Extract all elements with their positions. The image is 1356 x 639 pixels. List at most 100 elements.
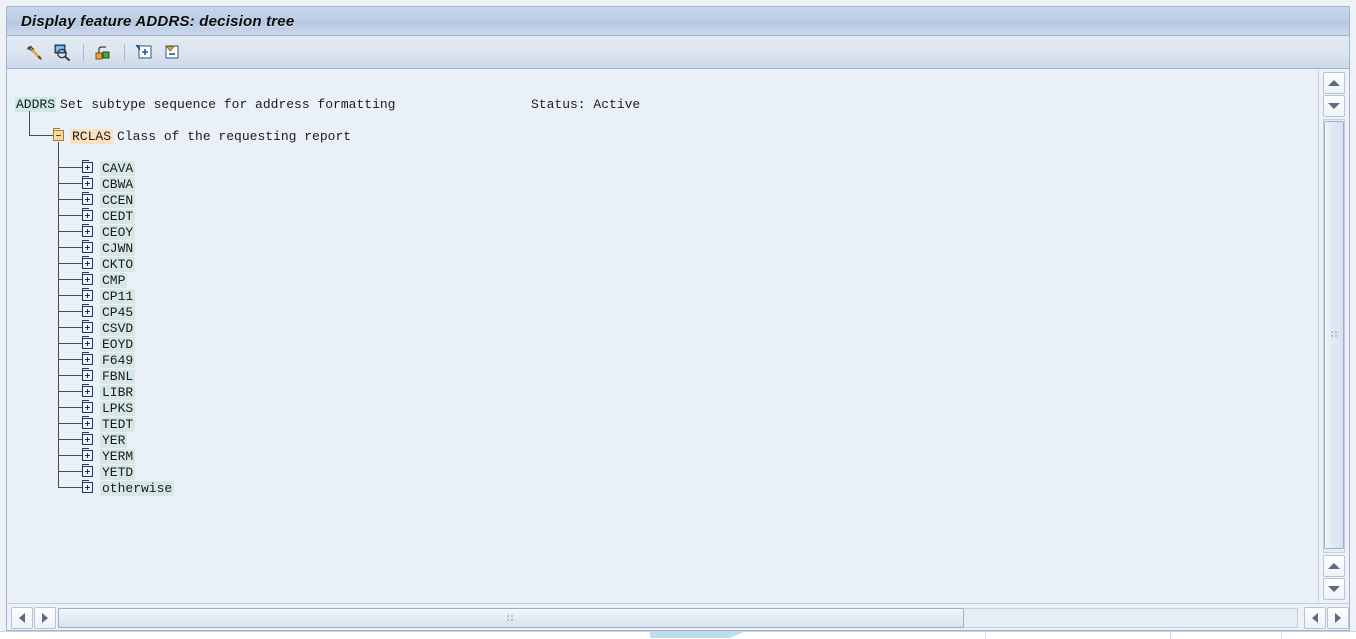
application-toolbar: © www.tutorialkart.com: [6, 36, 1350, 99]
horizontal-scrollbar[interactable]: [6, 603, 1350, 631]
tree-connector: [58, 311, 82, 312]
structure-icon[interactable]: [90, 40, 116, 64]
scroll-left-arrow[interactable]: [11, 607, 33, 629]
scroll-up-arrow-bottom[interactable]: [1323, 555, 1345, 577]
expand-node-icon[interactable]: [82, 432, 93, 445]
tree-branch-row[interactable]: RCLAS Class of the requesting report: [70, 129, 351, 145]
tree-node-row[interactable]: LIBR: [100, 385, 136, 401]
tree-node-row[interactable]: LPKS: [100, 401, 136, 417]
tree-node-row[interactable]: otherwise: [100, 481, 175, 497]
tree-connector: [58, 471, 82, 472]
tree-node-label: F649: [100, 353, 136, 368]
tree-node-label: CCEN: [100, 193, 136, 208]
chevron-up-icon: [1328, 80, 1340, 86]
expand-node-icon[interactable]: [82, 320, 93, 333]
scroll-down-arrow-top[interactable]: [1323, 95, 1345, 117]
tree-node-label: CEDT: [100, 209, 136, 224]
chevron-up-icon: [1328, 563, 1340, 569]
tree-node-row[interactable]: CJWN: [100, 241, 136, 257]
tree-node-row[interactable]: CEDT: [100, 209, 136, 225]
sap-window: Display feature ADDRS: decision tree ADD…: [0, 0, 1356, 639]
tree-node-label: TEDT: [100, 417, 136, 432]
tree-node-label: YER: [100, 433, 128, 448]
tree-connector: [58, 359, 82, 360]
expand-node-icon[interactable]: [82, 448, 93, 461]
expand-node-icon[interactable]: [82, 352, 93, 365]
tree-node-label: CSVD: [100, 321, 136, 336]
tree-node-row[interactable]: CAVA: [100, 161, 136, 177]
tree-node-label: CMP: [100, 273, 128, 288]
display-feature-icon[interactable]: [49, 40, 75, 64]
tree-node-row[interactable]: CMP: [100, 273, 128, 289]
tree-node-row[interactable]: YERM: [100, 449, 136, 465]
tree-root-row[interactable]: ADDRS Set subtype sequence for address fo…: [15, 97, 640, 113]
decision-tree-panel: ADDRS Set subtype sequence for address fo…: [6, 69, 1350, 603]
tree-node-label: CAVA: [100, 161, 136, 176]
tree-node-row[interactable]: F649: [100, 353, 136, 369]
tree-node-row[interactable]: CEOY: [100, 225, 136, 241]
status-text: Status: Active: [531, 97, 641, 112]
expand-node-icon[interactable]: [82, 480, 93, 493]
expand-node-icon[interactable]: [82, 160, 93, 173]
chevron-left-icon: [1312, 613, 1318, 623]
expand-node-icon[interactable]: [82, 256, 93, 269]
tree-node-row[interactable]: CP11: [100, 289, 136, 305]
tree-node-row[interactable]: FBNL: [100, 369, 136, 385]
tree-connector: [58, 279, 82, 280]
expand-node-icon[interactable]: [82, 208, 93, 221]
expand-node-icon[interactable]: [82, 288, 93, 301]
toolbar-separator: [83, 43, 84, 61]
tree-node-row[interactable]: YETD: [100, 465, 136, 481]
chevron-right-icon: [1335, 613, 1341, 623]
expand-node-icon[interactable]: [82, 384, 93, 397]
expand-node-icon[interactable]: [82, 400, 93, 413]
expand-node-icon[interactable]: [82, 240, 93, 253]
vertical-scroll-thumb[interactable]: [1324, 121, 1344, 549]
tree-node-row[interactable]: CKTO: [100, 257, 136, 273]
tree-connector: [58, 343, 82, 344]
expand-node-icon[interactable]: [82, 192, 93, 205]
tree-scroll-area[interactable]: ADDRS Set subtype sequence for address fo…: [7, 69, 1318, 603]
chevron-right-icon: [42, 613, 48, 623]
tree-node-row[interactable]: CBWA: [100, 177, 136, 193]
tree-node-row[interactable]: CP45: [100, 305, 136, 321]
status-logo: [650, 632, 750, 638]
collapse-node-icon[interactable]: [159, 40, 185, 64]
grip-dots-icon: [506, 614, 513, 621]
expand-node-icon[interactable]: [131, 40, 157, 64]
expand-node-icon[interactable]: [82, 464, 93, 477]
tree-node-row[interactable]: YER: [100, 433, 128, 449]
expand-node-icon[interactable]: [82, 336, 93, 349]
tree-node-row[interactable]: CSVD: [100, 321, 136, 337]
chevron-left-icon: [19, 613, 25, 623]
tree-connector: [58, 167, 82, 168]
tree-connector: [58, 455, 82, 456]
collapse-folder-icon[interactable]: [53, 128, 64, 141]
tree-node-label: LPKS: [100, 401, 136, 416]
tree-connector: [58, 391, 82, 392]
expand-node-icon[interactable]: [82, 176, 93, 189]
expand-node-icon[interactable]: [82, 224, 93, 237]
vertical-scrollbar[interactable]: [1318, 69, 1349, 603]
scroll-left-arrow-end[interactable]: [1304, 607, 1326, 629]
check-feature-icon[interactable]: [21, 40, 47, 64]
branch-description: Class of the requesting report: [117, 129, 352, 144]
tree-node-row[interactable]: TEDT: [100, 417, 136, 433]
scroll-down-arrow[interactable]: [1323, 578, 1345, 600]
tree-node-row[interactable]: CCEN: [100, 193, 136, 209]
scroll-right-arrow-end[interactable]: [1327, 607, 1349, 629]
expand-node-icon[interactable]: [82, 304, 93, 317]
tree-node-label: LIBR: [100, 385, 136, 400]
tree-node-row[interactable]: EOYD: [100, 337, 136, 353]
branch-key: RCLAS: [70, 129, 114, 144]
expand-node-icon[interactable]: [82, 416, 93, 429]
tree-connector: [58, 215, 82, 216]
expand-node-icon[interactable]: [82, 272, 93, 285]
tree-connector: [58, 327, 82, 328]
scroll-right-arrow[interactable]: [34, 607, 56, 629]
tree-node-label: CEOY: [100, 225, 136, 240]
tree-connector: [58, 487, 82, 488]
expand-node-icon[interactable]: [82, 368, 93, 381]
scroll-up-arrow[interactable]: [1323, 72, 1345, 94]
horizontal-scroll-thumb[interactable]: [58, 608, 964, 628]
